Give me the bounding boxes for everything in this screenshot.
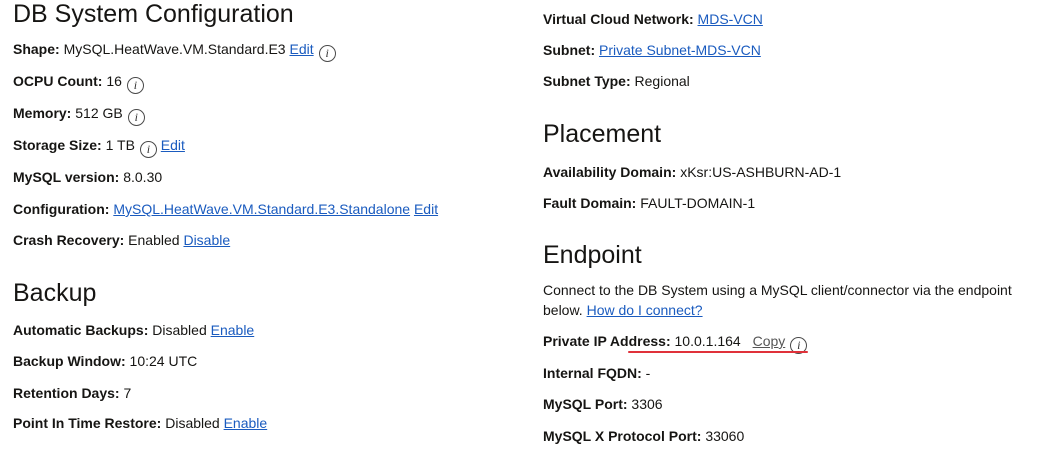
mysql-version-value: 8.0.30 bbox=[123, 169, 163, 185]
backup-window-row: Backup Window: 10:24 UTC bbox=[13, 352, 197, 370]
info-icon[interactable]: i bbox=[139, 141, 157, 158]
retention-days-row: Retention Days: 7 bbox=[13, 384, 131, 402]
configuration-label: Configuration: bbox=[13, 201, 110, 217]
pitr-value: Disabled bbox=[165, 415, 220, 431]
fault-domain-value: FAULT-DOMAIN-1 bbox=[640, 195, 756, 211]
availability-domain-row: Availability Domain: xKsr:US-ASHBURN-AD-… bbox=[543, 163, 841, 181]
endpoint-description: Connect to the DB System using a MySQL c… bbox=[543, 280, 1042, 320]
memory-value: 512 GB bbox=[75, 105, 123, 121]
vcn-link[interactable]: MDS-VCN bbox=[698, 11, 763, 27]
internal-fqdn-label: Internal FQDN: bbox=[543, 365, 642, 381]
mysql-port-label: MySQL Port: bbox=[543, 396, 628, 412]
automatic-backups-label: Automatic Backups: bbox=[13, 322, 149, 338]
memory-row: Memory: 512 GB i bbox=[13, 104, 145, 126]
copy-ip-link[interactable]: Copy bbox=[753, 333, 786, 349]
ocpu-label: OCPU Count: bbox=[13, 73, 103, 89]
info-icon[interactable]: i bbox=[318, 45, 336, 62]
pitr-row: Point In Time Restore: Disabled Enable bbox=[13, 414, 267, 432]
info-icon[interactable]: i bbox=[127, 109, 145, 126]
mysql-x-port-value: 33060 bbox=[705, 428, 745, 444]
retention-days-label: Retention Days: bbox=[13, 385, 120, 401]
backup-window-label: Backup Window: bbox=[13, 353, 126, 369]
fault-domain-label: Fault Domain: bbox=[543, 195, 637, 211]
mysql-port-row: MySQL Port: 3306 bbox=[543, 395, 663, 413]
memory-label: Memory: bbox=[13, 105, 72, 121]
crash-recovery-disable-link[interactable]: Disable bbox=[183, 232, 230, 248]
ocpu-value: 16 bbox=[106, 73, 122, 89]
backup-window-value: 10:24 UTC bbox=[129, 353, 198, 369]
configuration-edit-link[interactable]: Edit bbox=[414, 201, 438, 217]
subnet-link[interactable]: Private Subnet-MDS-VCN bbox=[599, 42, 761, 58]
crash-recovery-value: Enabled bbox=[128, 232, 180, 248]
storage-value: 1 TB bbox=[105, 137, 135, 153]
info-icon[interactable]: i bbox=[126, 77, 144, 94]
vcn-label: Virtual Cloud Network: bbox=[543, 11, 694, 27]
subnet-row: Subnet: Private Subnet-MDS-VCN bbox=[543, 41, 761, 59]
crash-recovery-row: Crash Recovery: Enabled Disable bbox=[13, 231, 230, 249]
configuration-link[interactable]: MySQL.HeatWave.VM.Standard.E3.Standalone bbox=[113, 201, 410, 217]
db-system-configuration-heading: DB System Configuration bbox=[13, 0, 294, 28]
storage-edit-link[interactable]: Edit bbox=[161, 137, 185, 153]
mysql-port-value: 3306 bbox=[631, 396, 663, 412]
pitr-label: Point In Time Restore: bbox=[13, 415, 162, 431]
shape-value: MySQL.HeatWave.VM.Standard.E3 bbox=[63, 41, 286, 57]
red-underline-annotation bbox=[628, 351, 808, 353]
subnet-type-value: Regional bbox=[634, 73, 690, 89]
crash-recovery-label: Crash Recovery: bbox=[13, 232, 125, 248]
availability-domain-value: xKsr:US-ASHBURN-AD-1 bbox=[680, 164, 842, 180]
shape-edit-link[interactable]: Edit bbox=[290, 41, 314, 57]
storage-label: Storage Size: bbox=[13, 137, 102, 153]
subnet-label: Subnet: bbox=[543, 42, 596, 58]
private-ip-value: 10.0.1.164 bbox=[674, 333, 741, 349]
mysql-version-row: MySQL version: 8.0.30 bbox=[13, 168, 162, 186]
fault-domain-row: Fault Domain: FAULT-DOMAIN-1 bbox=[543, 194, 755, 212]
retention-days-value: 7 bbox=[123, 385, 132, 401]
internal-fqdn-row: Internal FQDN: - bbox=[543, 364, 650, 382]
mysql-version-label: MySQL version: bbox=[13, 169, 120, 185]
shape-label: Shape: bbox=[13, 41, 60, 57]
ocpu-row: OCPU Count: 16 i bbox=[13, 72, 144, 94]
backup-heading: Backup bbox=[13, 279, 97, 307]
shape-row: Shape: MySQL.HeatWave.VM.Standard.E3 Edi… bbox=[13, 40, 336, 62]
availability-domain-label: Availability Domain: bbox=[543, 164, 677, 180]
storage-row: Storage Size: 1 TB i Edit bbox=[13, 136, 185, 158]
pitr-enable-link[interactable]: Enable bbox=[224, 415, 268, 431]
internal-fqdn-value: - bbox=[645, 365, 651, 381]
mysql-x-port-label: MySQL X Protocol Port: bbox=[543, 428, 702, 444]
subnet-type-label: Subnet Type: bbox=[543, 73, 631, 89]
mysql-x-port-row: MySQL X Protocol Port: 33060 bbox=[543, 427, 744, 445]
automatic-backups-enable-link[interactable]: Enable bbox=[211, 322, 255, 338]
endpoint-heading: Endpoint bbox=[543, 241, 642, 269]
subnet-type-row: Subnet Type: Regional bbox=[543, 72, 690, 90]
how-do-i-connect-link[interactable]: How do I connect? bbox=[587, 302, 703, 318]
placement-heading: Placement bbox=[543, 120, 662, 148]
automatic-backups-value: Disabled bbox=[152, 322, 207, 338]
private-ip-label: Private IP Address: bbox=[543, 333, 671, 349]
vcn-row: Virtual Cloud Network: MDS-VCN bbox=[543, 10, 763, 28]
configuration-row: Configuration: MySQL.HeatWave.VM.Standar… bbox=[13, 200, 438, 218]
automatic-backups-row: Automatic Backups: Disabled Enable bbox=[13, 321, 254, 339]
